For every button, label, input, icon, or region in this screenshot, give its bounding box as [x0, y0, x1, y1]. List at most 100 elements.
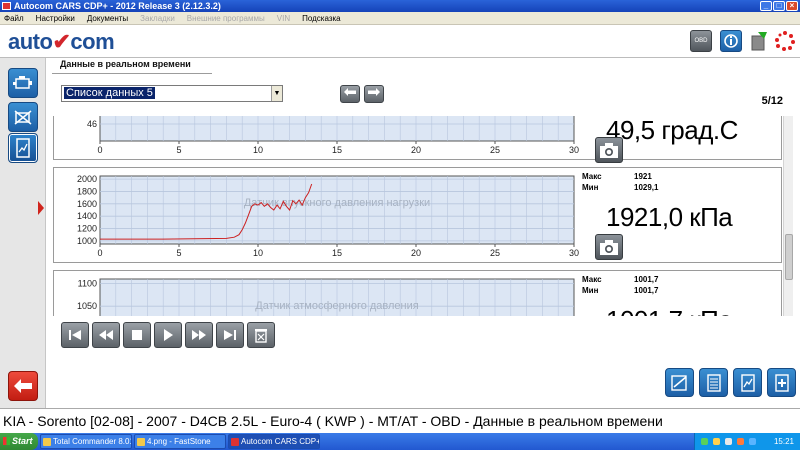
- x-tick-label: 5: [176, 145, 181, 155]
- app-icon: [2, 2, 11, 10]
- x-tick-label: 10: [253, 145, 263, 155]
- chart-device-icon: [740, 373, 755, 392]
- x-tick-label: 25: [490, 145, 500, 155]
- battery-icon[interactable]: [748, 30, 770, 52]
- skip-end-icon: [224, 330, 236, 340]
- skip-to-start-button[interactable]: [61, 322, 89, 348]
- sidebar: [0, 58, 46, 408]
- max-label: Макс: [582, 172, 602, 181]
- tray-app-icon[interactable]: [737, 438, 744, 445]
- panels-scrollbar[interactable]: [783, 116, 793, 316]
- y-tick-label: 1800: [77, 186, 97, 196]
- x-tick-label: 0: [97, 145, 102, 155]
- menu-settings[interactable]: Настройки: [36, 14, 75, 23]
- fast-forward-icon: [192, 330, 206, 340]
- logo-bar: auto✔com OBD: [0, 25, 800, 58]
- menu-file[interactable]: Файл: [4, 14, 24, 23]
- graph-settings-button[interactable]: [665, 368, 694, 397]
- max-value: 1001,7: [634, 275, 659, 284]
- sidebar-live-data-button[interactable]: [8, 133, 38, 163]
- menu-external-programs[interactable]: Внешние программы: [187, 14, 265, 23]
- tab-underline: [52, 73, 212, 74]
- close-button[interactable]: ×: [786, 1, 798, 11]
- snapshot-button[interactable]: [595, 137, 623, 163]
- total-commander-icon: [43, 438, 51, 446]
- tray-clock: 15:21: [773, 437, 794, 446]
- redo-button[interactable]: [364, 85, 384, 103]
- y-tick-label: 1000: [77, 236, 97, 246]
- function-buttons: [665, 368, 796, 397]
- start-button[interactable]: Start: [0, 433, 38, 450]
- taskbar-item-faststone[interactable]: 4.png - FastStone: [134, 434, 226, 449]
- min-value: 1001,7: [634, 286, 659, 295]
- menu-vin[interactable]: VIN: [277, 14, 290, 23]
- min-label: Мин: [582, 286, 599, 295]
- tray-network-icon[interactable]: [701, 438, 708, 445]
- live-data-icon: [16, 138, 30, 158]
- data-list-select[interactable]: Список данных 5 ▼: [61, 85, 283, 102]
- crossed-engine-icon: [14, 110, 32, 125]
- taskbar-item-total-commander[interactable]: Total Commander 8.01rc...: [40, 434, 132, 449]
- sidebar-engine-button[interactable]: [8, 68, 38, 98]
- add-parameter-button[interactable]: [767, 368, 796, 397]
- list-view-button[interactable]: [699, 368, 728, 397]
- add-document-icon: [774, 373, 789, 392]
- intake-pressure-value: 1921,0 кПа: [606, 202, 733, 232]
- tray-shield-icon[interactable]: [713, 438, 720, 445]
- delete-recording-button[interactable]: [247, 322, 275, 348]
- skip-to-end-button[interactable]: [216, 322, 244, 348]
- y-tick-label: 1600: [77, 199, 97, 209]
- info-icon[interactable]: [720, 30, 742, 52]
- atmospheric-pressure-readout: Макс 1001,7 Мин 1001,7: [582, 275, 782, 297]
- camera-icon: [600, 143, 618, 158]
- obd-icon[interactable]: OBD: [690, 30, 712, 52]
- x-tick-label: 20: [411, 145, 421, 155]
- temperature-chart: 4648051015202530: [87, 116, 579, 155]
- minimize-button[interactable]: _: [760, 1, 772, 11]
- tray-bluetooth-icon[interactable]: [749, 438, 756, 445]
- temperature-value: 49,5 град.С: [606, 116, 738, 145]
- page-counter: 5/12: [761, 95, 783, 107]
- back-button[interactable]: [8, 371, 38, 401]
- menu-bar: Файл Настройки Документы Закладки Внешни…: [0, 12, 800, 25]
- windows-flag-icon: [3, 437, 10, 445]
- scrollbar-thumb[interactable]: [785, 234, 793, 280]
- menu-bookmarks[interactable]: Закладки: [140, 14, 175, 23]
- snapshot-button[interactable]: [595, 234, 623, 260]
- y-tick-label: 46: [87, 119, 97, 129]
- fast-forward-button[interactable]: [185, 322, 213, 348]
- max-label: Макс: [582, 275, 602, 284]
- chart-title: Датчик впускного давления нагрузки: [244, 197, 430, 209]
- menu-help[interactable]: Подсказка: [302, 14, 341, 23]
- y-tick-label: 1200: [77, 224, 97, 234]
- stop-button[interactable]: [123, 322, 151, 348]
- chevron-down-icon[interactable]: ▼: [271, 86, 282, 101]
- autocom-icon: [231, 438, 239, 446]
- x-tick-label: 10: [253, 248, 263, 258]
- sidebar-no-engine-button[interactable]: [8, 102, 38, 132]
- maximize-button[interactable]: □: [773, 1, 785, 11]
- undo-button[interactable]: [340, 85, 360, 103]
- vehicle-status-bar: KIA - Sorento [02-08] - 2007 - D4CB 2.5L…: [0, 408, 800, 433]
- taskbar-item-autocom[interactable]: Autocom CARS CDP+ ...: [228, 434, 320, 449]
- x-tick-label: 30: [569, 248, 579, 258]
- y-tick-label: 2000: [77, 174, 97, 184]
- tab-live-data[interactable]: Данные в реальном времени: [52, 58, 199, 73]
- max-value: 1921: [634, 172, 652, 181]
- engine-icon: [13, 76, 32, 89]
- play-button[interactable]: [154, 322, 182, 348]
- rewind-button[interactable]: [92, 322, 120, 348]
- trash-icon: [255, 329, 267, 343]
- atmospheric-pressure-chart: 100010501100051015202530Датчик атмосферн…: [77, 278, 575, 316]
- y-tick-label: 1100: [78, 279, 97, 289]
- stop-icon: [132, 330, 142, 340]
- menu-documents[interactable]: Документы: [87, 14, 128, 23]
- faststone-icon: [137, 438, 145, 446]
- x-tick-label: 15: [332, 145, 342, 155]
- autocom-logo: auto✔com: [8, 29, 115, 54]
- x-tick-label: 20: [411, 248, 421, 258]
- x-tick-label: 25: [490, 248, 500, 258]
- chart-view-button[interactable]: [733, 368, 762, 397]
- connection-status-icon: [774, 30, 796, 52]
- tray-volume-icon[interactable]: [725, 438, 732, 445]
